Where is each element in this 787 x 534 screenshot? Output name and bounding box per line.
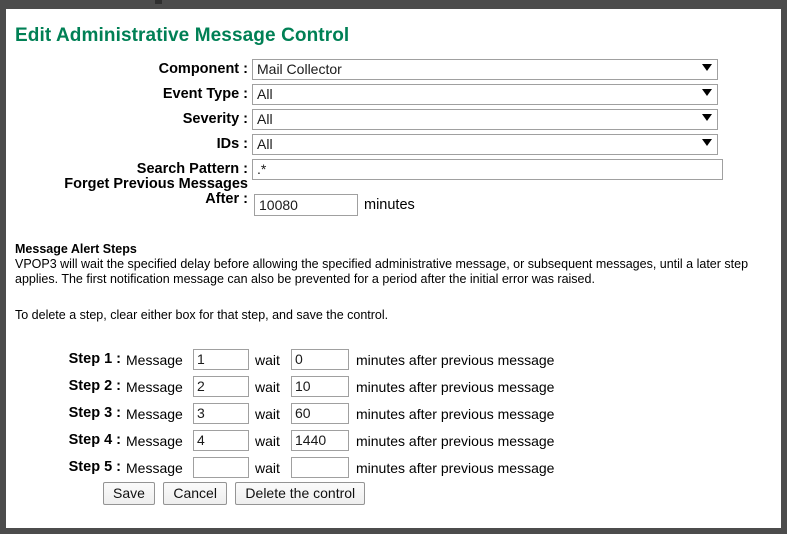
step-5-message-word: Message: [126, 460, 183, 476]
step-4-suffix: minutes after previous message: [356, 433, 555, 449]
search-pattern-input[interactable]: .*: [252, 159, 723, 180]
label-forget-after-line2: After :: [205, 191, 248, 207]
step-5-message-input[interactable]: [193, 457, 249, 478]
step-3-suffix: minutes after previous message: [356, 406, 555, 422]
step-row: Step 1 : Message 1 wait 0 minutes after …: [6, 347, 781, 374]
select-component[interactable]: Mail Collector: [252, 59, 718, 80]
step-row: Step 3 : Message 3 wait 60 minutes after…: [6, 401, 781, 428]
cancel-button[interactable]: Cancel: [163, 482, 227, 505]
select-severity-value: All: [257, 111, 273, 127]
page-title: Edit Administrative Message Control: [15, 25, 350, 46]
step-2-message-word: Message: [126, 379, 183, 395]
step-1-suffix: minutes after previous message: [356, 352, 555, 368]
select-ids[interactable]: All: [252, 134, 718, 155]
select-ids-value: All: [257, 136, 273, 152]
form-row-forget-after: Forget Previous Messages After : 10080 m…: [6, 177, 781, 224]
step-2-wait-word: wait: [255, 379, 280, 395]
step-5-wait-word: wait: [255, 460, 280, 476]
step-3-wait-input[interactable]: 60: [291, 403, 349, 424]
select-component-value: Mail Collector: [257, 61, 342, 77]
label-forget-after: Forget Previous Messages After :: [6, 177, 248, 207]
delete-control-button[interactable]: Delete the control: [235, 482, 366, 505]
steps-area: Step 1 : Message 1 wait 0 minutes after …: [6, 347, 781, 482]
select-event-type-value: All: [257, 86, 273, 102]
label-component: Component :: [158, 61, 248, 77]
info-paragraph: VPOP3 will wait the specified delay befo…: [15, 257, 749, 286]
select-severity[interactable]: All: [252, 109, 718, 130]
forget-after-input[interactable]: 10080: [254, 194, 358, 216]
step-row: Step 5 : Message wait minutes after prev…: [6, 455, 781, 482]
step-2-wait-input[interactable]: 10: [291, 376, 349, 397]
form-row-severity: Severity : All: [6, 109, 781, 134]
step-row: Step 2 : Message 2 wait 10 minutes after…: [6, 374, 781, 401]
form-row-ids: IDs : All: [6, 134, 781, 159]
step-4-label: Step 4 :: [68, 432, 121, 448]
message-alert-steps-info: Message Alert Steps VPOP3 will wait the …: [15, 242, 775, 323]
step-1-wait-input[interactable]: 0: [291, 349, 349, 370]
chevron-down-icon: [702, 89, 712, 96]
step-5-suffix: minutes after previous message: [356, 460, 555, 476]
step-4-wait-input[interactable]: 1440: [291, 430, 349, 451]
window-top-notch: [155, 0, 162, 4]
step-1-message-word: Message: [126, 352, 183, 368]
step-1-label: Step 1 :: [68, 351, 121, 367]
save-button[interactable]: Save: [103, 482, 155, 505]
form-row-event-type: Event Type : All: [6, 84, 781, 109]
button-bar: Save Cancel Delete the control: [103, 482, 369, 505]
chevron-down-icon: [702, 139, 712, 146]
step-5-wait-input[interactable]: [291, 457, 349, 478]
window-frame: Edit Administrative Message Control Comp…: [0, 0, 787, 534]
step-3-message-input[interactable]: 3: [193, 403, 249, 424]
info-note: To delete a step, clear either box for t…: [15, 308, 389, 322]
step-4-message-word: Message: [126, 433, 183, 449]
step-4-wait-word: wait: [255, 433, 280, 449]
step-5-label: Step 5 :: [68, 459, 121, 475]
label-search-pattern: Search Pattern :: [136, 161, 248, 177]
step-3-message-word: Message: [126, 406, 183, 422]
label-event-type: Event Type :: [162, 86, 248, 102]
page-content: Edit Administrative Message Control Comp…: [6, 9, 781, 528]
info-heading: Message Alert Steps: [15, 242, 137, 256]
chevron-down-icon: [702, 114, 712, 121]
step-2-label: Step 2 :: [68, 378, 121, 394]
select-event-type[interactable]: All: [252, 84, 718, 105]
forget-after-unit: minutes: [364, 197, 415, 213]
form-row-component: Component : Mail Collector: [6, 59, 781, 84]
step-1-message-input[interactable]: 1: [193, 349, 249, 370]
step-3-wait-word: wait: [255, 406, 280, 422]
step-row: Step 4 : Message 4 wait 1440 minutes aft…: [6, 428, 781, 455]
step-2-suffix: minutes after previous message: [356, 379, 555, 395]
label-forget-after-line1: Forget Previous Messages: [64, 176, 248, 192]
step-1-wait-word: wait: [255, 352, 280, 368]
control-form: Component : Mail Collector Event Type : …: [6, 59, 781, 224]
step-3-label: Step 3 :: [68, 405, 121, 421]
step-2-message-input[interactable]: 2: [193, 376, 249, 397]
label-severity: Severity :: [182, 111, 248, 127]
label-ids: IDs :: [216, 136, 248, 152]
chevron-down-icon: [702, 64, 712, 71]
step-4-message-input[interactable]: 4: [193, 430, 249, 451]
